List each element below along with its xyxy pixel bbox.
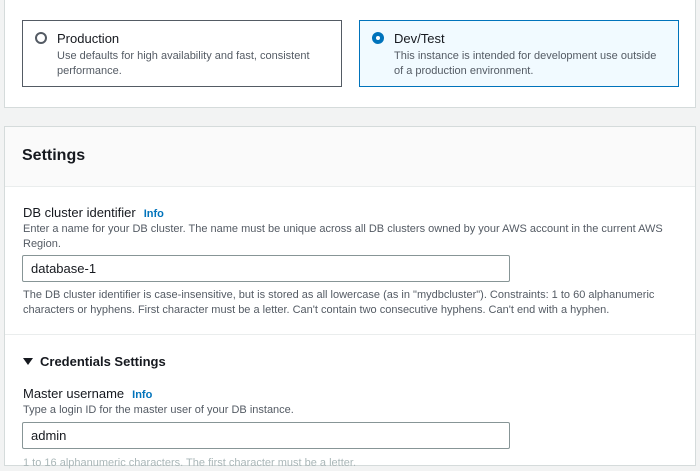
credentials-settings-label: Credentials Settings bbox=[40, 354, 166, 369]
cluster-identifier-label: DB cluster identifier bbox=[23, 205, 136, 220]
production-option-tile[interactable]: Production Use defaults for high availab… bbox=[22, 20, 342, 87]
production-title: Production bbox=[57, 31, 120, 46]
cluster-identifier-info-link[interactable]: Info bbox=[144, 208, 164, 220]
caret-down-icon bbox=[23, 358, 33, 365]
devtest-option-tile[interactable]: Dev/Test This instance is intended for d… bbox=[359, 20, 679, 87]
settings-panel: Settings DB cluster identifier Info Enter… bbox=[4, 126, 696, 469]
cluster-identifier-label-row: DB cluster identifier Info bbox=[23, 205, 164, 222]
production-radio[interactable] bbox=[35, 32, 47, 44]
production-description: Use defaults for high availability and f… bbox=[57, 50, 310, 77]
master-username-label: Master username bbox=[23, 386, 125, 401]
section-divider bbox=[5, 334, 695, 335]
devtest-description: This instance is intended for developmen… bbox=[394, 50, 657, 77]
master-username-description: Type a login ID for the master user of y… bbox=[23, 404, 294, 416]
master-username-info-link[interactable]: Info bbox=[132, 389, 152, 401]
settings-header: Settings bbox=[5, 127, 695, 187]
master-username-label-row: Master username Info bbox=[23, 386, 152, 403]
credentials-settings-toggle[interactable]: Credentials Settings bbox=[23, 354, 166, 370]
templates-panel: Production Use defaults for high availab… bbox=[4, 0, 696, 108]
cluster-identifier-description: Enter a name for your DB cluster. The na… bbox=[23, 223, 663, 250]
devtest-radio[interactable] bbox=[372, 32, 384, 44]
cluster-identifier-constraint: The DB cluster identifier is case-insens… bbox=[23, 289, 655, 316]
master-username-input[interactable] bbox=[22, 422, 510, 449]
cluster-identifier-input[interactable] bbox=[22, 255, 510, 282]
master-username-constraint: 1 to 16 alphanumeric characters. The fir… bbox=[23, 457, 357, 469]
settings-title: Settings bbox=[22, 147, 86, 164]
devtest-title: Dev/Test bbox=[394, 31, 445, 46]
